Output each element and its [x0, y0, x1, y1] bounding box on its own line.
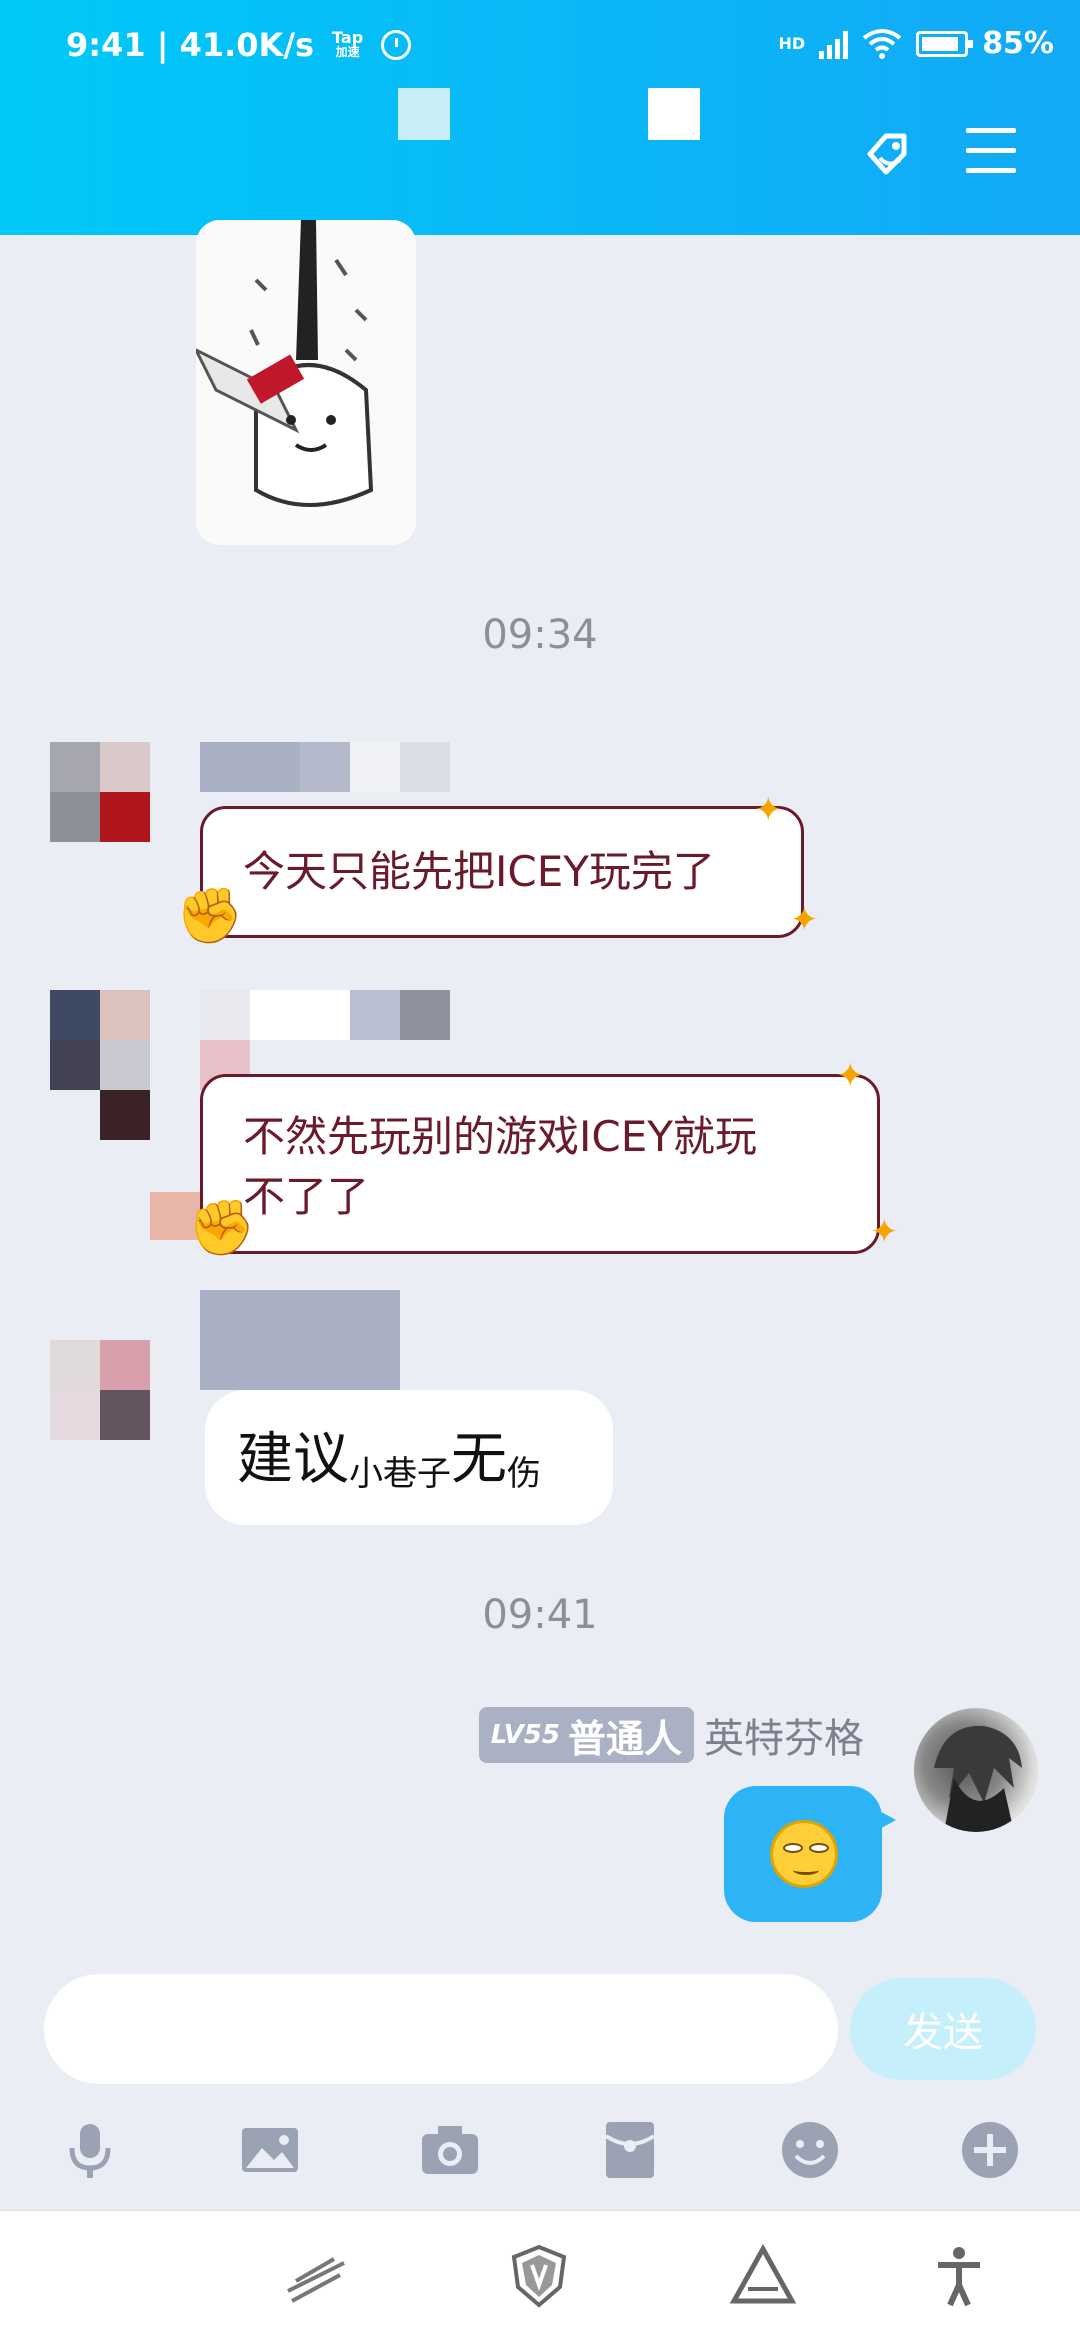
spark-icon: ✦ [790, 900, 819, 940]
sender-name-censored [200, 742, 450, 792]
message-text: 建议 [237, 1427, 349, 1492]
status-time-speed: 9:41 | 41.0K/s [66, 26, 315, 64]
battery-icon [916, 30, 974, 57]
message-text-line: 不了了 [243, 1172, 370, 1221]
image-icon[interactable] [238, 2118, 302, 2182]
shield-icon[interactable] [504, 2241, 574, 2311]
bottom-nav-bar [0, 2210, 1080, 2340]
emoji-icon[interactable] [778, 2118, 842, 2182]
self-sender-info: LV55 普通人 英特芬格 [478, 1706, 864, 1764]
timestamp: 09:41 [482, 1592, 598, 1638]
message-text: 无 [451, 1427, 507, 1492]
microphone-icon[interactable] [58, 2118, 122, 2182]
fist-icon: ✊ [188, 1196, 256, 1259]
camera-icon[interactable] [418, 2118, 482, 2182]
avatar-drawing [934, 1725, 1022, 1832]
battery-level: 85% [982, 26, 1054, 61]
wifi-icon [862, 28, 902, 59]
self-avatar[interactable] [914, 1708, 1038, 1832]
spark-icon: ✦ [754, 790, 783, 830]
level-label: LV55 [490, 1720, 560, 1750]
composer-toolbar [0, 2112, 1080, 2192]
sender-name-censored [200, 990, 450, 1040]
message-input[interactable] [44, 1974, 838, 2084]
tap-accelerator-icon: Tap 加速 [332, 28, 364, 60]
slash-marks-icon[interactable] [282, 2241, 352, 2311]
spark-icon: ✦ [836, 1056, 865, 1096]
hd-label: HD [778, 34, 806, 53]
red-packet-icon[interactable] [598, 2118, 662, 2182]
tag-icon[interactable] [856, 124, 918, 186]
status-bar: 9:41 | 41.0K/s Tap 加速 HD 85% [0, 0, 1080, 95]
stopwatch-icon [381, 30, 412, 60]
message-text-line: 不然先玩别的游戏ICEY就玩 [243, 1112, 757, 1161]
self-message-bubble[interactable] [724, 1786, 896, 1922]
menu-icon[interactable] [966, 128, 1016, 174]
level-badge: LV55 普通人 [478, 1707, 694, 1763]
message-text: 今天只能先把ICEY玩完了 [243, 847, 715, 896]
message-text: 伤 [507, 1454, 541, 1494]
chat-title-censored [648, 88, 700, 140]
self-name: 英特芬格 [704, 1716, 864, 1762]
signal-icon [819, 29, 849, 59]
chat-header: 9:41 | 41.0K/s Tap 加速 HD 85% [0, 0, 1080, 235]
rank-label: 普通人 [567, 1716, 682, 1761]
status-left: 9:41 | 41.0K/s Tap 加速 [66, 26, 412, 64]
fist-icon: ✊ [176, 884, 244, 947]
message-text: 小巷子 [349, 1454, 451, 1494]
accessibility-icon[interactable] [924, 2241, 994, 2311]
sender-name-censored [200, 1290, 400, 1390]
avatar[interactable] [50, 990, 150, 1140]
avatar[interactable] [50, 742, 150, 842]
plus-icon[interactable] [958, 2118, 1022, 2182]
chat-title-censored [398, 88, 450, 140]
sticker-drawing [196, 220, 416, 545]
smug-emoji-icon [770, 1820, 838, 1888]
spark-icon: ✦ [870, 1212, 899, 1252]
triangle-icon[interactable] [728, 2241, 798, 2311]
status-right: HD 85% [779, 26, 1054, 61]
avatar[interactable] [50, 1340, 150, 1440]
sticker-image[interactable] [196, 220, 416, 545]
message-bubble[interactable]: 不然先玩别的游戏ICEY就玩 不了了 [200, 1074, 880, 1254]
message-bubble[interactable]: 今天只能先把ICEY玩完了 [200, 806, 804, 938]
timestamp: 09:34 [482, 612, 598, 658]
message-bubble[interactable]: 建议 小巷子 无 伤 [205, 1390, 613, 1525]
send-button[interactable]: 发送 [850, 1978, 1036, 2080]
